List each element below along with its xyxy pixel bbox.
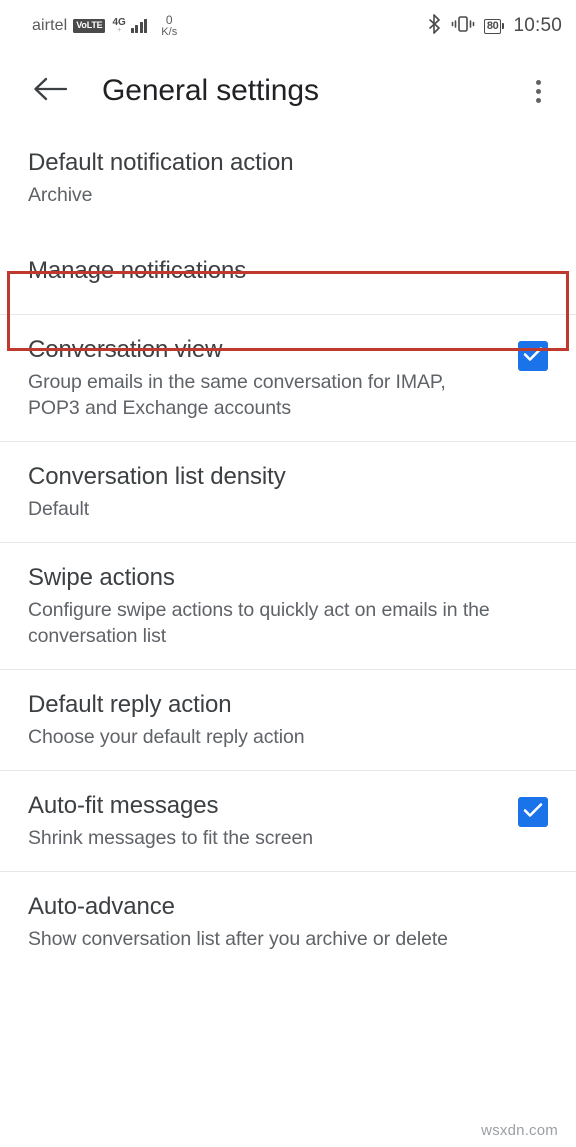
setting-subtitle: Default xyxy=(28,498,90,520)
setting-row-texts: Conversation list density Default xyxy=(28,462,548,522)
overflow-menu-icon-dot3 xyxy=(535,97,541,103)
network-speed-indicator: 0 K/s xyxy=(161,14,177,38)
setting-row-default-reply-action[interactable]: Default reply action Choose your default… xyxy=(0,669,576,770)
setting-subtitle: Archive xyxy=(28,184,93,206)
clock: 10:50 xyxy=(513,15,562,36)
setting-title: Auto-fit messages xyxy=(28,792,219,819)
vibrate-icon xyxy=(451,14,475,39)
setting-title: Auto-advance xyxy=(28,893,175,920)
setting-row-texts: Swipe actions Configure swipe actions to… xyxy=(28,563,548,649)
setting-title: Swipe actions xyxy=(28,564,175,591)
settings-list: Default notification action Archive Mana… xyxy=(0,130,576,972)
checkmark-icon xyxy=(523,346,543,367)
setting-row-conversation-list-density[interactable]: Conversation list density Default xyxy=(0,441,576,542)
watermark: wsxdn.com xyxy=(481,1122,558,1139)
checkmark-icon xyxy=(523,802,543,823)
setting-row-conversation-view[interactable]: Conversation view Group emails in the sa… xyxy=(0,314,576,441)
carrier-label: airtel xyxy=(32,16,68,34)
conversation-view-checkbox[interactable] xyxy=(518,341,548,371)
setting-subtitle: Show conversation list after you archive… xyxy=(28,928,448,950)
battery-level: 80 xyxy=(483,18,502,34)
network-type-sup: + xyxy=(117,26,122,34)
network-speed-unit: K/s xyxy=(161,25,178,38)
volte-badge: VoLTE xyxy=(73,18,106,33)
setting-subtitle: Choose your default reply action xyxy=(28,726,305,748)
network-speed-value: 0 xyxy=(165,12,173,27)
app-bar: General settings xyxy=(0,52,576,130)
setting-title: Manage notifications xyxy=(28,257,247,284)
overflow-menu-icon-dot2 xyxy=(535,88,541,94)
overflow-menu-button[interactable] xyxy=(518,69,558,113)
battery-cap xyxy=(502,23,505,29)
signal-bars-icon xyxy=(130,18,148,33)
setting-row-texts: Manage notifications xyxy=(28,256,548,286)
setting-row-auto-fit-messages[interactable]: Auto-fit messages Shrink messages to fit… xyxy=(0,770,576,871)
setting-subtitle: Configure swipe actions to quickly act o… xyxy=(28,599,490,647)
back-arrow-icon xyxy=(33,76,68,107)
auto-fit-messages-checkbox[interactable] xyxy=(518,797,548,827)
setting-row-auto-advance[interactable]: Auto-advance Show conversation list afte… xyxy=(0,871,576,972)
page-title: General settings xyxy=(102,74,319,107)
setting-title: Default notification action xyxy=(28,149,294,176)
setting-row-texts: Auto-advance Show conversation list afte… xyxy=(28,892,548,952)
setting-row-swipe-actions[interactable]: Swipe actions Configure swipe actions to… xyxy=(0,542,576,669)
setting-row-texts: Default notification action Archive xyxy=(28,148,548,208)
setting-title: Conversation view xyxy=(28,336,223,363)
status-bar: airtel VoLTE 4G + 0 K/s 80 10:50 xyxy=(0,0,576,52)
battery-indicator: 80 xyxy=(483,18,505,34)
setting-subtitle: Group emails in the same conversation fo… xyxy=(28,371,446,419)
setting-row-texts: Conversation view Group emails in the sa… xyxy=(28,335,500,421)
setting-title: Default reply action xyxy=(28,691,232,718)
setting-row-manage-notifications[interactable]: Manage notifications xyxy=(0,228,576,314)
network-type-label: 4G + xyxy=(112,17,125,34)
status-bar-left: airtel VoLTE 4G + 0 K/s xyxy=(32,14,177,38)
setting-title: Conversation list density xyxy=(28,463,286,490)
setting-row-texts: Auto-fit messages Shrink messages to fit… xyxy=(28,791,500,851)
setting-row-texts: Default reply action Choose your default… xyxy=(28,690,548,750)
setting-subtitle: Shrink messages to fit the screen xyxy=(28,827,314,849)
overflow-menu-icon xyxy=(535,79,541,85)
back-button[interactable] xyxy=(28,69,72,113)
bluetooth-icon xyxy=(427,13,442,39)
setting-row-default-notification-action[interactable]: Default notification action Archive xyxy=(0,130,576,228)
status-bar-right: 80 10:50 xyxy=(427,13,562,39)
